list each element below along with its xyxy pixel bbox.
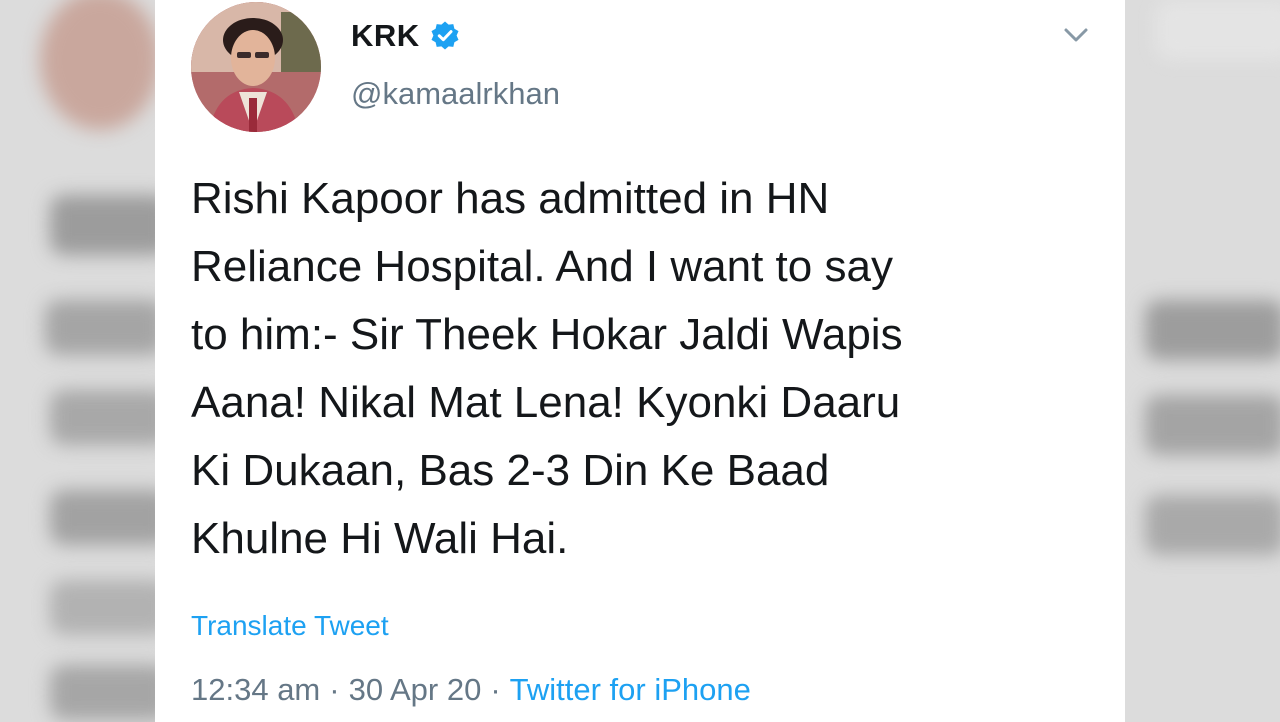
tweet-date[interactable]: 30 Apr 20 <box>349 672 482 708</box>
tweet-source-link[interactable]: Twitter for iPhone <box>510 672 751 708</box>
avatar[interactable] <box>191 2 321 132</box>
name-row: KRK <box>351 14 461 58</box>
display-name[interactable]: KRK <box>351 18 420 54</box>
translate-tweet-link[interactable]: Translate Tweet <box>191 610 389 642</box>
tweet-text: Rishi Kapoor has admitted in HN Reliance… <box>191 174 903 563</box>
avatar-image <box>191 2 321 132</box>
blurred-background-left <box>0 0 155 722</box>
tweet-time[interactable]: 12:34 am <box>191 672 320 708</box>
user-handle[interactable]: @kamaalrkhan <box>351 76 560 112</box>
verified-badge-icon <box>429 20 461 52</box>
meta-separator: · <box>490 672 501 707</box>
blurred-background-right <box>1125 0 1280 722</box>
meta-separator: · <box>329 672 340 707</box>
tweet-meta: 12:34 am · 30 Apr 20 · Twitter for iPhon… <box>191 672 751 708</box>
tweet-card: KRK @kamaalrkhan Rishi Kapoor has admitt… <box>155 0 1125 722</box>
chevron-down-icon[interactable] <box>1061 22 1091 48</box>
